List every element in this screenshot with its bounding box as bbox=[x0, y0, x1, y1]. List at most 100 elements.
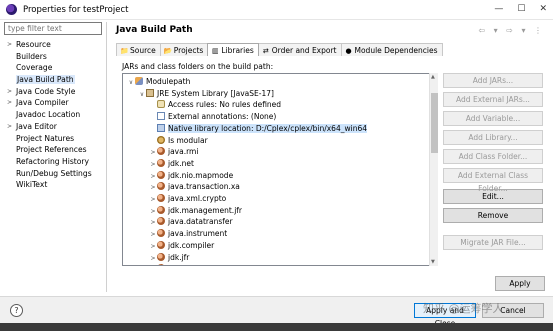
close-button[interactable]: ✕ bbox=[539, 4, 547, 14]
tab-strip: 📁 Source 📂 Projects ▥ Libraries ⇄ Order and Exp… bbox=[116, 43, 443, 56]
mod-icon bbox=[135, 77, 143, 85]
add-variable-button[interactable]: Add Variable... bbox=[443, 111, 543, 126]
nav-item-label: Project References bbox=[16, 145, 87, 155]
scroll-thumb[interactable] bbox=[431, 93, 438, 153]
tree-row[interactable]: > jdk.jfr bbox=[149, 252, 189, 264]
help-icon[interactable]: ? bbox=[10, 304, 23, 317]
tree-row-label: java.base bbox=[168, 264, 204, 265]
chevron-right-icon[interactable]: > bbox=[7, 86, 12, 98]
nav-item-label: Java Editor bbox=[16, 121, 57, 131]
acc-icon bbox=[157, 100, 165, 109]
nav-item-java-build-path[interactable]: Java Build Path bbox=[4, 74, 104, 86]
tab-icon: ● bbox=[345, 46, 352, 55]
maximize-button[interactable]: ☐ bbox=[517, 4, 525, 14]
tree-row[interactable]: > jdk.net bbox=[149, 158, 194, 170]
property-pages-pane: > Resource Builders Coverage Java Build Path… bbox=[4, 22, 104, 296]
nav-item-project-natures[interactable]: Project Natures bbox=[4, 133, 104, 145]
library-buttons: Add JARs... Add External JARs... Add Varia… bbox=[443, 73, 546, 254]
tree-row[interactable]: ∨ JRE System Library [JavaSE-17] bbox=[138, 88, 274, 100]
tree-row[interactable]: > java.transaction.xa bbox=[149, 181, 240, 193]
tab-label: Libraries bbox=[221, 46, 254, 55]
tree-row[interactable]: > java.datatransfer bbox=[149, 216, 233, 228]
tree-row[interactable]: External annotations: (None) bbox=[149, 111, 276, 123]
jar-icon bbox=[157, 217, 165, 226]
tree-row[interactable]: Is modular bbox=[149, 135, 208, 147]
tab-icon: 📂 bbox=[163, 46, 173, 55]
jar-icon bbox=[157, 205, 165, 214]
tree-row-label: Native library location: D:/Cplex/cplex/… bbox=[168, 123, 367, 133]
tab-icon: ⇄ bbox=[262, 46, 269, 55]
tree-row[interactable]: > jdk.management.jfr bbox=[149, 205, 242, 217]
tree-row[interactable]: > jdk.compiler bbox=[149, 240, 214, 252]
jar-icon bbox=[157, 240, 165, 249]
tree-row[interactable]: > java.instrument bbox=[149, 228, 227, 240]
chevron-right-icon[interactable]: > bbox=[7, 39, 12, 51]
nav-item-wikitext[interactable]: WikiText bbox=[4, 179, 104, 191]
chevron-right-icon[interactable]: > bbox=[149, 264, 157, 265]
nav-item-project-references[interactable]: Project References bbox=[4, 144, 104, 156]
scroll-down-icon[interactable]: ▼ bbox=[431, 259, 435, 265]
add-jars-button[interactable]: Add JARs... bbox=[443, 73, 543, 88]
minimize-button[interactable]: — bbox=[494, 4, 503, 14]
add-external-jars-button[interactable]: Add External JARs... bbox=[443, 92, 543, 107]
history-nav-arrows[interactable]: ⇦ ▾ ⇨ ▾ ⋮ bbox=[478, 26, 545, 35]
tree-row-label: jdk.net bbox=[168, 158, 194, 168]
tree-row[interactable]: ∨ Modulepath bbox=[127, 76, 190, 88]
chevron-down-icon[interactable]: ∨ bbox=[138, 89, 146, 101]
tree-row[interactable]: > java.xml.crypto bbox=[149, 193, 226, 205]
nav-item-java-compiler[interactable]: > Java Compiler bbox=[4, 97, 104, 109]
add-library-button[interactable]: Add Library... bbox=[443, 130, 543, 145]
chevron-down-icon[interactable]: ∨ bbox=[127, 77, 135, 89]
add-class-folder-button[interactable]: Add Class Folder... bbox=[443, 149, 543, 164]
nav-item-coverage[interactable]: Coverage bbox=[4, 62, 104, 74]
remove-button[interactable]: Remove bbox=[443, 208, 543, 223]
tab-module-dependencies[interactable]: ● Module Dependencies bbox=[340, 43, 443, 56]
page-title: Java Build Path bbox=[116, 25, 193, 35]
filter-input[interactable] bbox=[4, 22, 102, 35]
tree-row[interactable]: > java.rmi bbox=[149, 146, 198, 158]
scroll-up-icon[interactable]: ▲ bbox=[431, 74, 435, 80]
chevron-right-icon[interactable]: > bbox=[7, 121, 12, 133]
add-external-class-folder-button[interactable]: Add External Class Folder... bbox=[443, 168, 543, 193]
tab-source[interactable]: 📁 Source bbox=[116, 43, 161, 56]
nav-item-javadoc-location[interactable]: Javadoc Location bbox=[4, 109, 104, 121]
tab-order-and-export[interactable]: ⇄ Order and Export bbox=[257, 43, 342, 56]
nav-item-java-editor[interactable]: > Java Editor bbox=[4, 121, 104, 133]
tree-row-label: Access rules: No rules defined bbox=[168, 100, 282, 110]
apply-button[interactable]: Apply bbox=[495, 276, 545, 291]
nat-icon bbox=[157, 123, 165, 132]
tab-libraries[interactable]: ▥ Libraries bbox=[207, 43, 259, 56]
tree-scrollbar[interactable]: ▲ ▼ bbox=[429, 73, 438, 266]
tree-row-label: jdk.compiler bbox=[168, 240, 215, 250]
tree-row[interactable]: > jdk.nio.mapmode bbox=[149, 170, 233, 182]
jar-icon bbox=[157, 229, 165, 238]
tree-row-label: java.transaction.xa bbox=[168, 182, 240, 192]
nav-item-resource[interactable]: > Resource bbox=[4, 39, 104, 51]
chevron-right-icon[interactable]: > bbox=[7, 97, 12, 109]
migrate-jar-button[interactable]: Migrate JAR File... bbox=[443, 235, 543, 250]
nav-item-builders[interactable]: Builders bbox=[4, 51, 104, 63]
nav-item-run-debug-settings[interactable]: Run/Debug Settings bbox=[4, 168, 104, 180]
tree-row-label: java.instrument bbox=[168, 229, 228, 239]
nav-item-label: Coverage bbox=[16, 63, 53, 73]
nav-item-refactoring-history[interactable]: Refactoring History bbox=[4, 156, 104, 168]
tree-row[interactable]: > java.base bbox=[149, 263, 204, 265]
build-path-tree[interactable]: ∨ Modulepath ∨ JRE System Library [JavaSE-1… bbox=[122, 73, 438, 266]
nav-item-label: Refactoring History bbox=[16, 156, 90, 166]
nav-item-label: Java Compiler bbox=[16, 98, 69, 108]
watermark: 知乎 @运筹学人 bbox=[423, 302, 504, 315]
tab-projects[interactable]: 📂 Projects bbox=[159, 43, 209, 56]
tree-row-label: External annotations: (None) bbox=[168, 112, 277, 122]
jar-icon bbox=[157, 194, 165, 202]
edit-button[interactable]: Edit... bbox=[443, 189, 543, 204]
tree-row[interactable]: Access rules: No rules defined bbox=[149, 99, 281, 111]
jar-icon bbox=[157, 252, 165, 261]
tree-row-label: JRE System Library [JavaSE-17] bbox=[157, 88, 274, 98]
nav-item-label: Builders bbox=[16, 51, 47, 61]
ismod-icon bbox=[157, 135, 165, 144]
tree-row[interactable]: Native library location: D:/Cplex/cplex/… bbox=[149, 123, 367, 135]
tab-icon: ▥ bbox=[212, 46, 219, 55]
pane-divider[interactable] bbox=[106, 22, 107, 292]
nav-item-java-code-style[interactable]: > Java Code Style bbox=[4, 86, 104, 98]
tab-label: Order and Export bbox=[271, 46, 337, 55]
